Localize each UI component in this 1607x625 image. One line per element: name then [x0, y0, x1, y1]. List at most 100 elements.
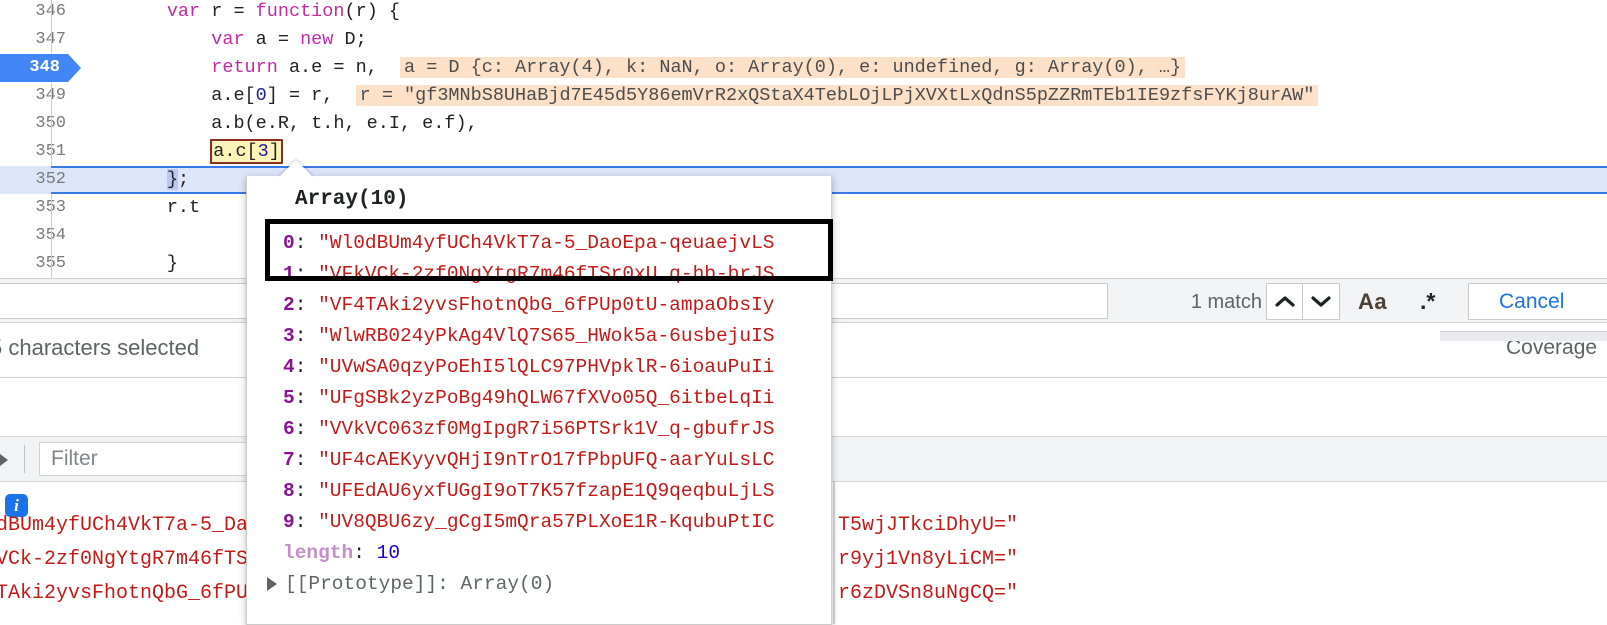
code-token: return: [211, 57, 289, 78]
code-token: a.b(e.R, t.h, e.I, e.f),: [211, 113, 478, 134]
code-token: }: [166, 253, 178, 274]
code-token: new: [300, 29, 345, 50]
code-token: var: [166, 1, 212, 22]
console-output-line: T5wjJTkciDhyU=": [838, 514, 1019, 537]
property-value: "VVkVC063zf0MgIpgR7i56PTSrk1V_q-gbufrJS: [318, 418, 775, 440]
popover-property-row[interactable]: 6: "VVkVC063zf0MgIpgR7i56PTSrk1V_q-gbufr…: [283, 414, 774, 445]
property-colon: :: [294, 480, 319, 502]
line-number-347[interactable]: 347: [0, 26, 77, 54]
chevron-up-icon: [1274, 296, 1295, 307]
gutter-rule: [51, 82, 52, 110]
code-text[interactable]: };: [78, 166, 189, 194]
coverage-strip: [1440, 331, 1607, 341]
popover-property-row[interactable]: 4: "UVwSA0qzyPoEhI5lQLC97PHVpklR-6ioauPu…: [283, 352, 774, 383]
console-column-divider: [833, 482, 835, 624]
popover-property-row[interactable]: 7: "UF4cAEKyyvQHjI9nTrO17fPbpUFQ-aarYuLs…: [283, 445, 774, 476]
property-colon: :: [294, 294, 319, 316]
line-number-350[interactable]: 350: [0, 110, 77, 138]
code-text[interactable]: }: [78, 250, 178, 278]
execution-caret: }: [166, 169, 178, 190]
line-number-354[interactable]: 354: [0, 222, 77, 250]
match-count-label: 1 match: [1190, 291, 1262, 313]
code-text[interactable]: a.c[3]: [78, 138, 283, 166]
popover-arrow: [278, 160, 314, 178]
code-text[interactable]: var a = new D;: [78, 26, 367, 54]
use-regex-button[interactable]: .*: [1420, 288, 1435, 315]
selected-expression[interactable]: a.c[3]: [210, 139, 283, 164]
code-token: function: [255, 1, 345, 22]
next-match-button[interactable]: [1303, 283, 1340, 320]
line-number-349[interactable]: 349: [0, 82, 77, 110]
property-index: 1: [283, 263, 295, 285]
property-colon: :: [294, 325, 319, 347]
inline-debugger-value[interactable]: r = "gf3MNbS8UHaBjd7E45d5Y86emVrR2xQStaX…: [355, 85, 1319, 106]
match-case-button[interactable]: Aa: [1358, 289, 1387, 315]
popover-property-row[interactable]: 3: "WlwRB024yPkAg4VlQ7S65_HWok5a-6usbeju…: [283, 321, 774, 352]
code-text[interactable]: a.b(e.R, t.h, e.I, e.f),: [78, 110, 478, 138]
code-token: ;: [177, 169, 190, 190]
popover-length-row: length: 10: [283, 538, 400, 569]
object-value-popover[interactable]: Array(10) 0: "Wl0dBUm4yfUCh4VkT7a-5_DaoE…: [246, 176, 832, 625]
line-number-355[interactable]: 355: [0, 250, 77, 278]
selection-info-label: 5 characters selected: [0, 335, 200, 360]
line-number-348[interactable]: 348: [0, 54, 81, 82]
code-text[interactable]: r.t: [78, 194, 200, 222]
popover-property-row[interactable]: 8: "UFEdAU6yxfUGgI9oT7K57fzapE1Q9qeqbuLj…: [283, 476, 774, 507]
gutter-rule: [51, 194, 52, 222]
code-token: a =: [255, 29, 301, 50]
chevron-down-icon: [1311, 296, 1331, 307]
prototype-row[interactable]: [[Prototype]]: Array(0): [267, 569, 554, 600]
code-token: ] = r,: [266, 85, 334, 106]
disclosure-triangle-icon[interactable]: [267, 576, 277, 591]
gutter-rule: [51, 250, 52, 278]
prototype-label: [[Prototype]]: Array(0): [285, 573, 555, 595]
code-token: a.e[: [211, 85, 256, 106]
line-number-353[interactable]: 353: [0, 194, 77, 222]
line-number-346[interactable]: 346: [0, 0, 77, 26]
code-text[interactable]: return a.e = n, a = D {c: Array(4), k: N…: [78, 54, 1186, 82]
popover-property-row[interactable]: 1: "VFkVCk-2zf0NgYtgR7m46fTSr0xU_q-hb-br…: [283, 259, 774, 290]
execute-arrow-icon[interactable]: [0, 451, 8, 469]
code-token: a.c[: [213, 141, 258, 162]
property-value: "UV8QBU6zy_gCgI5mQra57PLXoE1R-KqubuPtIC: [318, 511, 775, 533]
property-colon: :: [294, 511, 319, 533]
popover-title: Array(10): [295, 188, 409, 211]
code-text[interactable]: a.e[0] = r, r = "gf3MNbS8UHaBjd7E45d5Y86…: [78, 82, 1319, 110]
code-token: D;: [344, 29, 367, 50]
line-number-351[interactable]: 351: [0, 138, 77, 166]
property-value: "UFgSBk2yzPoBg49hQLW67fXVo05Q_6itbeLqIi: [318, 387, 775, 409]
previous-match-button[interactable]: [1266, 283, 1303, 320]
code-text[interactable]: var r = function(r) {: [78, 0, 400, 26]
popover-property-row[interactable]: 0: "Wl0dBUm4yfUCh4VkT7a-5_DaoEpa-qeuaejv…: [283, 228, 774, 259]
popover-property-row[interactable]: 9: "UV8QBU6zy_gCgI5mQra57PLXoE1R-KqubuPt…: [283, 507, 774, 538]
line-number-352[interactable]: 352: [0, 166, 77, 194]
filter-input[interactable]: Filter: [39, 442, 259, 476]
property-index: 2: [283, 294, 295, 316]
popover-property-row[interactable]: 5: "UFgSBk2yzPoBg49hQLW67fXVo05Q_6itbeLq…: [283, 383, 774, 414]
inline-debugger-value[interactable]: a = D {c: Array(4), k: NaN, o: Array(0),…: [400, 57, 1186, 78]
property-value: "VFkVCk-2zf0NgYtgR7m46fTSr0xU_q-hb-brJS: [318, 263, 775, 285]
property-index: 5: [283, 387, 295, 409]
property-colon: :: [294, 232, 319, 254]
property-colon: :: [294, 356, 319, 378]
code-token: ]: [268, 141, 280, 162]
cancel-button[interactable]: Cancel: [1468, 283, 1607, 320]
code-line[interactable]: 349 a.e[0] = r, r = "gf3MNbS8UHaBjd7E45d…: [0, 82, 1607, 110]
code-line[interactable]: 348 return a.e = n, a = D {c: Array(4), …: [0, 54, 1607, 82]
gutter-rule: [51, 0, 52, 26]
gutter-rule: [51, 138, 52, 166]
code-line[interactable]: 347 var a = new D;: [0, 26, 1607, 54]
console-output-line: r9yj1Vn8yLiCM=": [838, 548, 1019, 571]
gutter-rule: [51, 222, 52, 250]
property-index: 4: [283, 356, 295, 378]
gutter-rule: [51, 26, 52, 54]
property-colon: :: [294, 449, 319, 471]
toolbar-divider: [24, 445, 25, 473]
popover-property-row[interactable]: 2: "VF4TAki2yvsFhotnQbG_6fPUp0tU-ampaObs…: [283, 290, 774, 321]
code-line[interactable]: 350 a.b(e.R, t.h, e.I, e.f),: [0, 110, 1607, 138]
code-token: a.e = n,: [288, 57, 378, 78]
gutter-rule: [51, 110, 52, 138]
code-line[interactable]: 346 var r = function(r) {: [0, 0, 1607, 26]
code-line[interactable]: 351 a.c[3]: [0, 138, 1607, 166]
property-colon: :: [294, 418, 319, 440]
